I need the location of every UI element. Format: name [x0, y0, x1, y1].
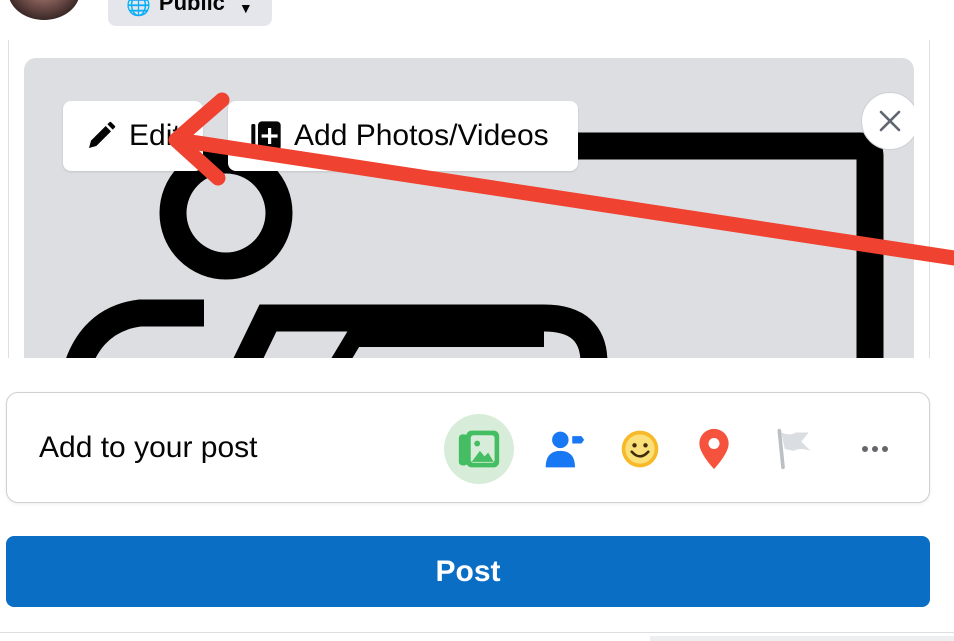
- edit-button[interactable]: Edit: [63, 101, 203, 171]
- add-photos-videos-label: Add Photos/Videos: [294, 119, 549, 152]
- feeling-activity-icon: [621, 430, 659, 468]
- divider: [0, 632, 954, 633]
- add-photo-icon: [251, 121, 281, 151]
- pencil-icon: [89, 121, 116, 148]
- close-icon: [879, 110, 901, 132]
- feeling-activity-button[interactable]: [605, 414, 675, 484]
- tag-people-icon: [545, 431, 585, 468]
- privacy-selector[interactable]: 🌐 Public ▼: [108, 0, 272, 26]
- media-preview-area: Edit Add Photos/Videos: [8, 40, 930, 358]
- chevron-down-icon: ▼: [238, 0, 253, 16]
- check-in-icon: [699, 428, 729, 470]
- close-button[interactable]: [861, 92, 914, 150]
- photo-video-icon: [458, 430, 500, 468]
- photo-video-button[interactable]: [444, 414, 514, 484]
- add-to-your-post-bar: Add to your post: [6, 392, 930, 503]
- more-options-icon: [862, 446, 888, 452]
- add-photos-videos-button[interactable]: Add Photos/Videos: [228, 101, 578, 171]
- avatar: [8, 0, 80, 20]
- more-options-button[interactable]: [840, 414, 910, 484]
- tag-people-button[interactable]: [529, 414, 599, 484]
- globe-icon: 🌐: [126, 0, 151, 17]
- privacy-label: Public: [158, 0, 225, 15]
- media-preview-card: Edit Add Photos/Videos: [24, 58, 914, 358]
- check-in-button[interactable]: [679, 414, 749, 484]
- add-to-your-post-label: Add to your post: [39, 431, 258, 464]
- divider-shadow: [650, 636, 954, 641]
- life-event-button[interactable]: [759, 414, 829, 484]
- edit-label: Edit: [129, 119, 181, 152]
- life-event-flag-icon: [777, 428, 811, 470]
- post-button[interactable]: Post: [6, 536, 930, 607]
